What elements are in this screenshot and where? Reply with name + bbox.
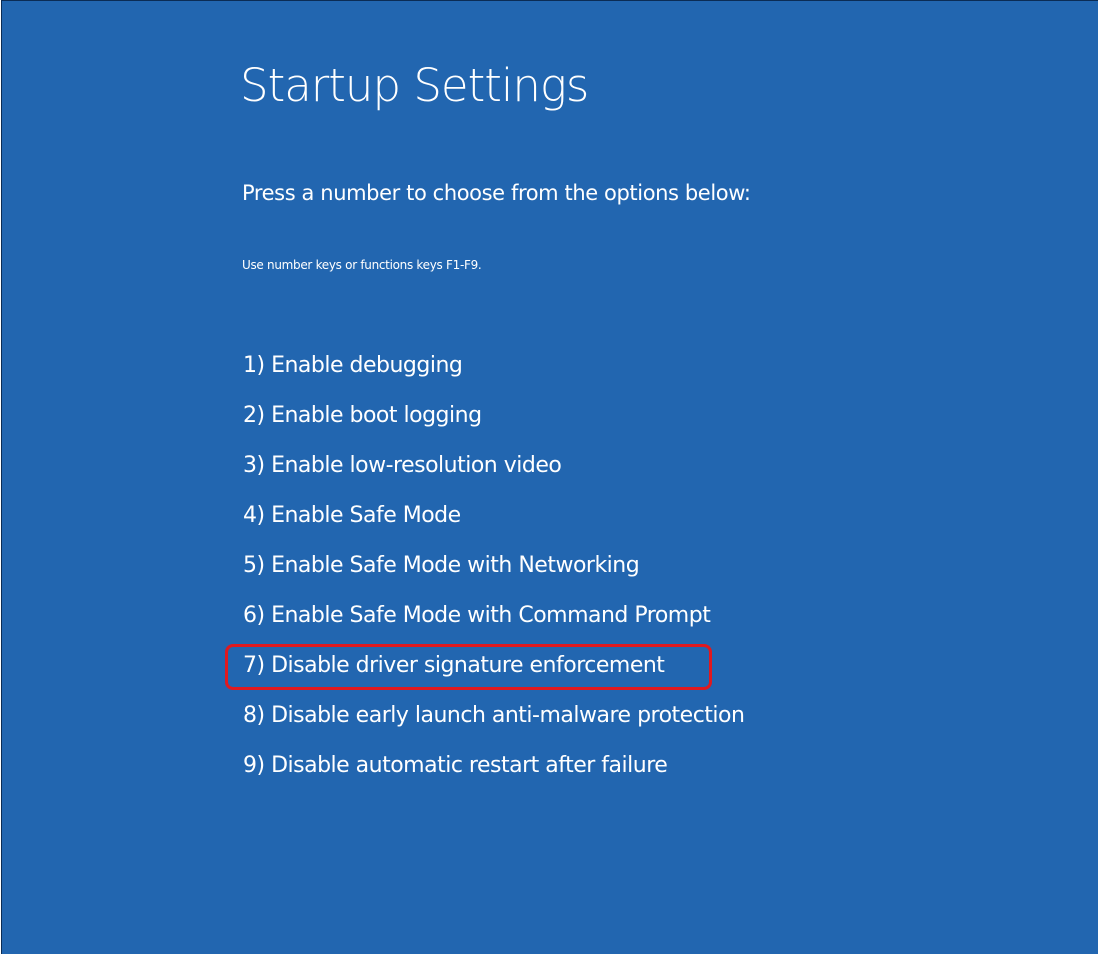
- option-enable-low-resolution-video[interactable]: 3) Enable low-resolution video: [243, 448, 744, 498]
- hint-text: Use number keys or functions keys F1-F9.: [242, 258, 482, 272]
- option-disable-automatic-restart[interactable]: 9) Disable automatic restart after failu…: [243, 748, 744, 798]
- option-enable-safe-mode[interactable]: 4) Enable Safe Mode: [243, 498, 744, 548]
- option-enable-safe-mode-command-prompt[interactable]: 6) Enable Safe Mode with Command Prompt: [243, 598, 744, 648]
- startup-options-list: 1) Enable debugging 2) Enable boot loggi…: [224, 348, 745, 798]
- option-enable-boot-logging[interactable]: 2) Enable boot logging: [243, 398, 744, 448]
- option-enable-safe-mode-networking[interactable]: 5) Enable Safe Mode with Networking: [243, 548, 744, 598]
- option-disable-early-launch-anti-malware[interactable]: 8) Disable early launch anti-malware pro…: [243, 698, 745, 748]
- option-disable-driver-signature-enforcement[interactable]: 7) Disable driver signature enforcement: [224, 644, 744, 698]
- option-enable-debugging[interactable]: 1) Enable debugging: [243, 348, 744, 398]
- instruction-text: Press a number to choose from the option…: [242, 181, 751, 205]
- page-title: Startup Settings: [240, 59, 589, 112]
- startup-settings-screen: Startup Settings Press a number to choos…: [1, 0, 1098, 954]
